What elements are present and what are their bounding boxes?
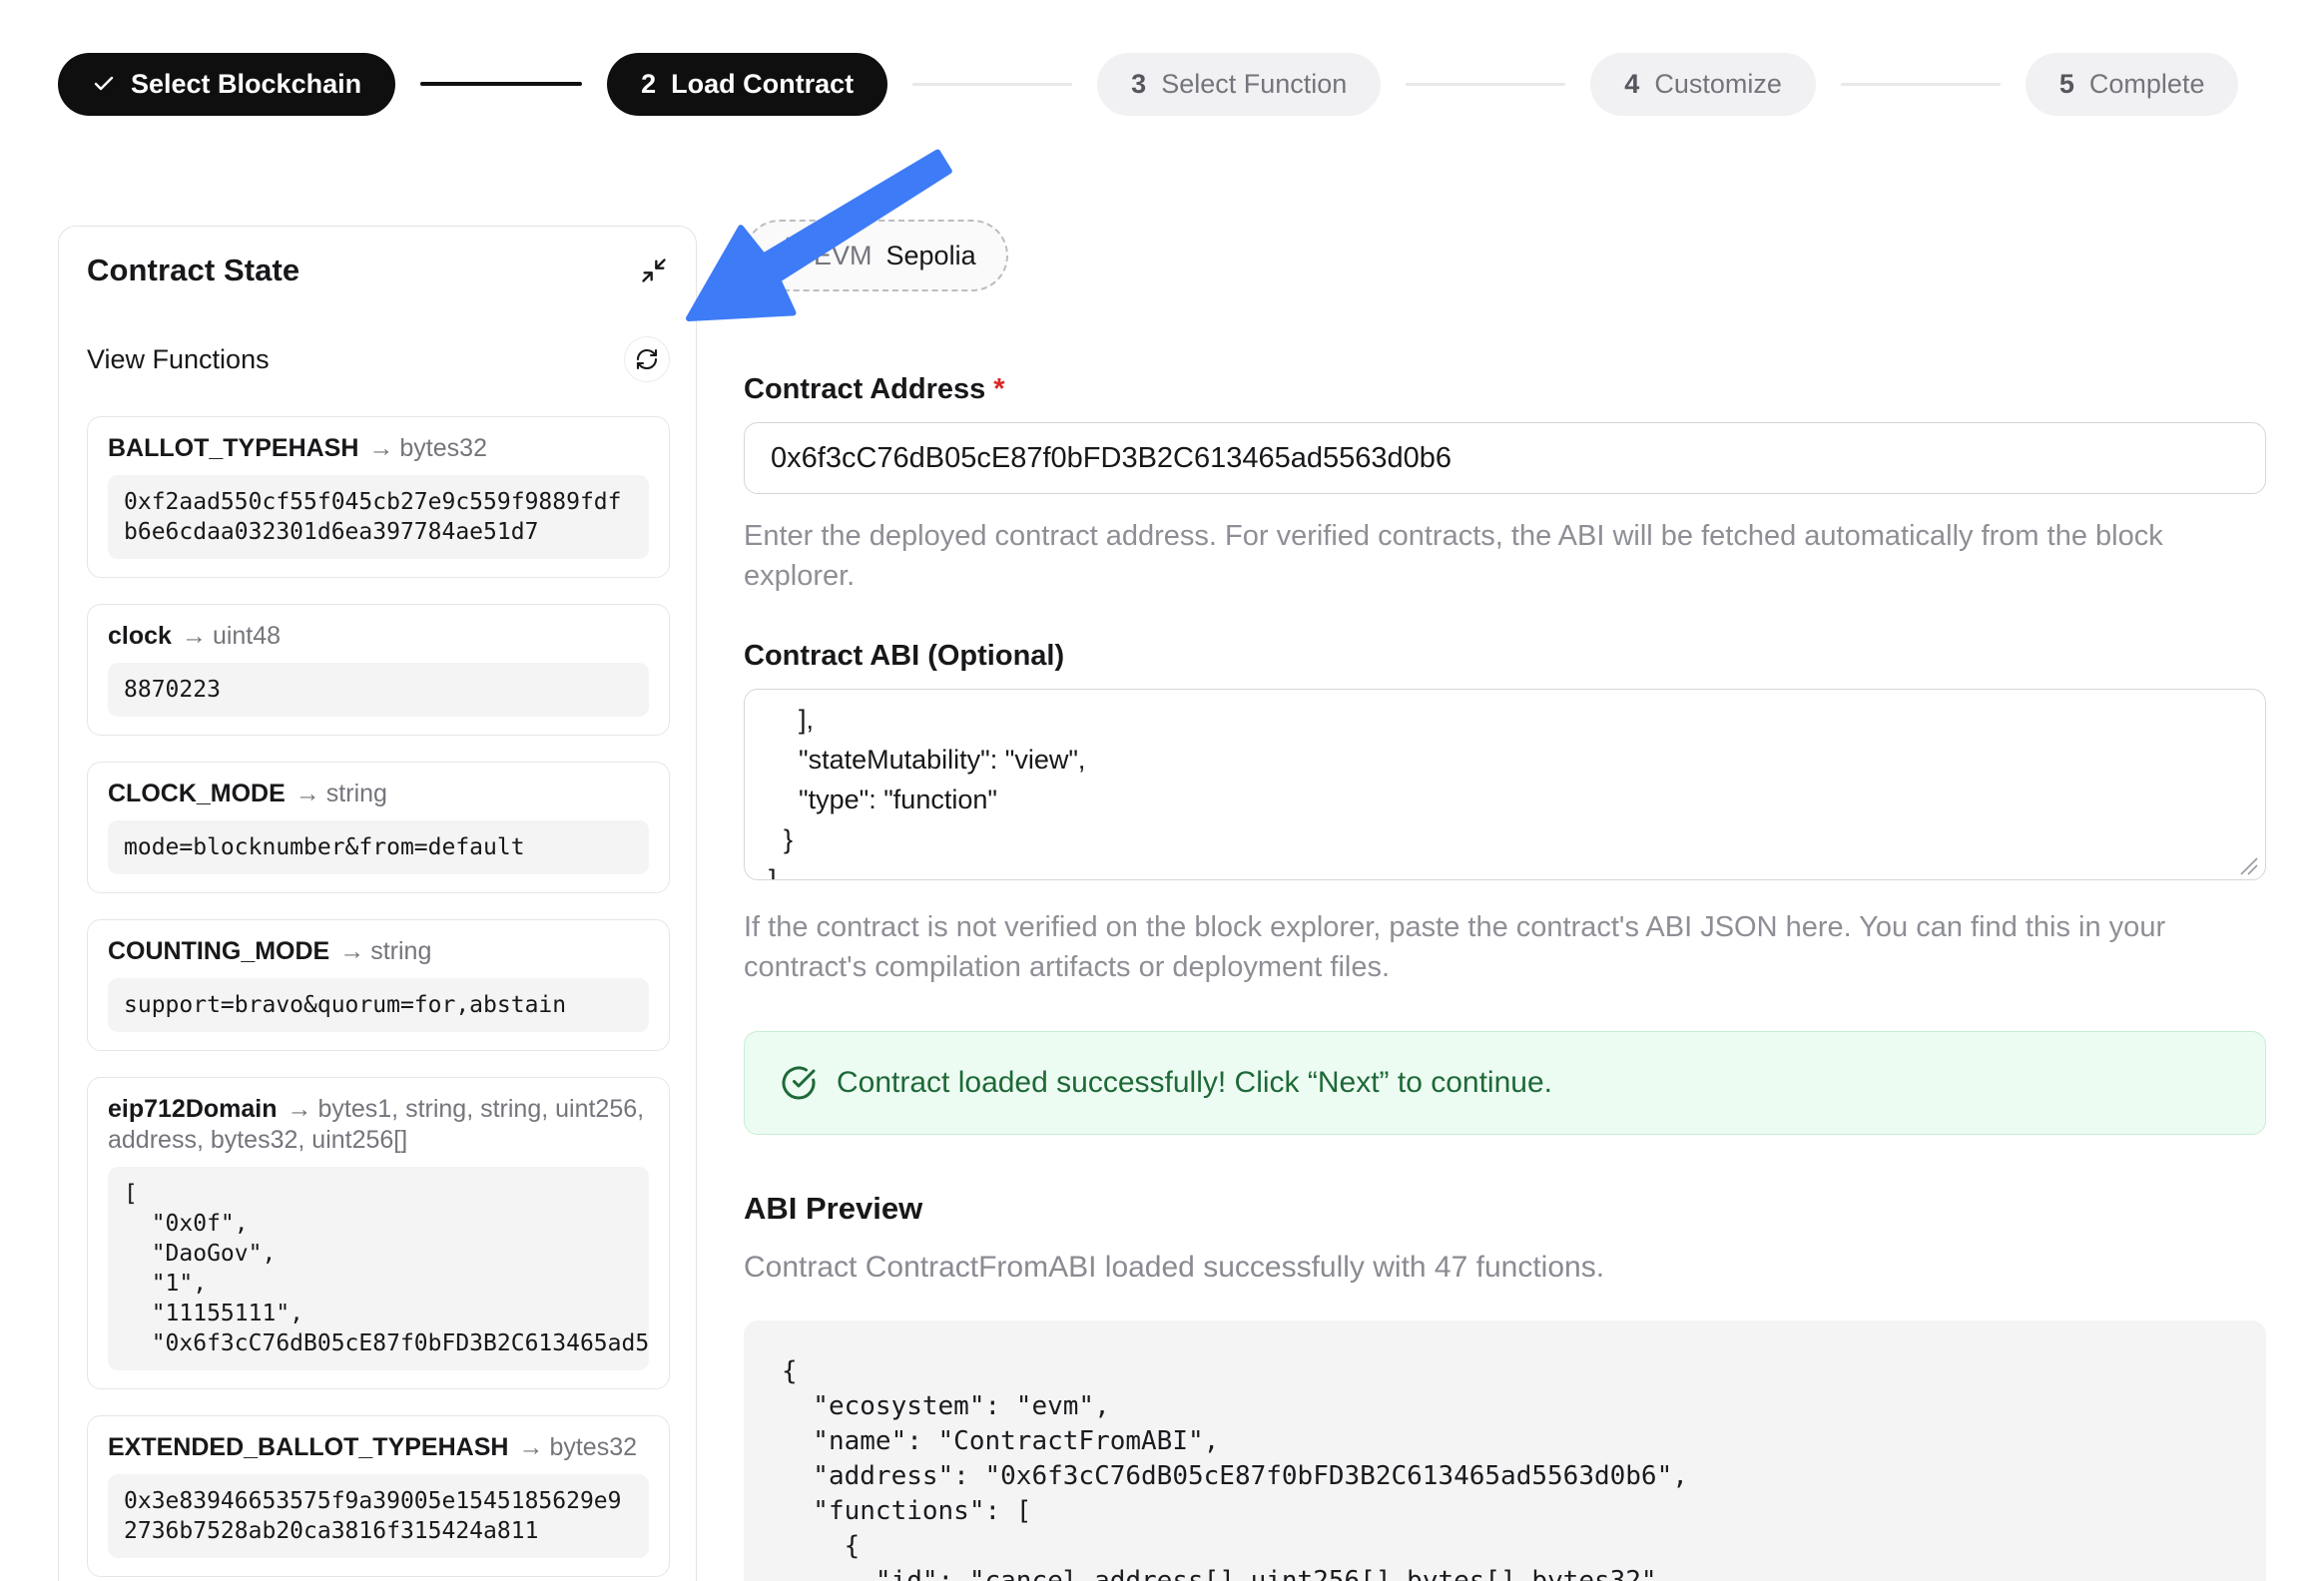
function-name: clock bbox=[108, 622, 172, 650]
step-connector bbox=[912, 83, 1072, 86]
contract-address-help: Enter the deployed contract address. For… bbox=[744, 516, 2241, 596]
step-customize[interactable]: 4 Customize bbox=[1590, 53, 1816, 116]
step-number: 4 bbox=[1624, 69, 1639, 100]
check-circle-icon bbox=[781, 1065, 817, 1101]
required-marker: * bbox=[993, 373, 1004, 405]
returns-arrow: → bbox=[368, 434, 393, 462]
returns-arrow: → bbox=[339, 937, 364, 965]
refresh-button[interactable] bbox=[624, 336, 670, 382]
abi-preview-subtitle: Contract ContractFromABI loaded successf… bbox=[744, 1251, 2266, 1285]
network-badge[interactable]: EVM Sepolia bbox=[744, 220, 1008, 291]
ecosystem-label: EVM bbox=[814, 241, 872, 271]
function-card-counting-mode: COUNTING_MODE →string support=bravo&quoru… bbox=[87, 919, 670, 1051]
minimize-icon bbox=[640, 257, 668, 284]
function-name: eip712Domain bbox=[108, 1095, 278, 1123]
function-name: CLOCK_MODE bbox=[108, 780, 286, 807]
function-return-type: string bbox=[370, 937, 431, 965]
returns-arrow: → bbox=[518, 1433, 543, 1461]
function-value: 0xf2aad550cf55f045cb27e9c559f9889fdfb6e6… bbox=[108, 475, 649, 559]
function-card-clock-mode: CLOCK_MODE →string mode=blocknumber&from=… bbox=[87, 762, 670, 893]
step-label: Select Function bbox=[1161, 69, 1347, 100]
function-results-list: BALLOT_TYPEHASH→bytes32 0xf2aad550cf55f0… bbox=[87, 416, 670, 1581]
network-name: Sepolia bbox=[886, 241, 976, 271]
function-value: support=bravo&quorum=for,abstain bbox=[108, 978, 649, 1032]
function-name: BALLOT_TYPEHASH bbox=[108, 434, 358, 462]
contract-abi-help: If the contract is not verified on the b… bbox=[744, 907, 2241, 987]
step-connector bbox=[420, 82, 582, 86]
success-message: Contract loaded successfully! Click “Nex… bbox=[837, 1066, 1552, 1100]
function-name: EXTENDED_BALLOT_TYPEHASH bbox=[108, 1433, 508, 1461]
function-card-extended-ballot-typehash: EXTENDED_BALLOT_TYPEHASH →bytes32 0x3e839… bbox=[87, 1415, 670, 1577]
contract-address-label: Contract Address* bbox=[744, 373, 2266, 406]
step-label: Select Blockchain bbox=[131, 69, 361, 100]
wizard-stepper: Select Blockchain 2 Load Contract 3 Sele… bbox=[58, 52, 2266, 116]
function-return-type: uint48 bbox=[213, 622, 281, 650]
step-connector bbox=[1841, 83, 2001, 86]
function-value: 8870223 bbox=[108, 663, 649, 717]
returns-arrow: → bbox=[182, 622, 207, 650]
refresh-icon bbox=[635, 347, 659, 371]
step-label: Load Contract bbox=[671, 69, 854, 100]
step-select-blockchain[interactable]: Select Blockchain bbox=[58, 53, 395, 116]
returns-arrow: → bbox=[295, 780, 320, 807]
abi-preview-title: ABI Preview bbox=[744, 1191, 2266, 1227]
function-value: [ "0x0f", "DaoGov", "1", "11155111", "0x… bbox=[108, 1167, 649, 1370]
function-card-clock: clock →uint48 8870223 bbox=[87, 604, 670, 736]
load-contract-form: EVM Sepolia Contract Address* Enter the … bbox=[744, 220, 2266, 1581]
function-return-type: bytes32 bbox=[549, 1433, 637, 1461]
function-name: COUNTING_MODE bbox=[108, 937, 329, 965]
function-card-eip712domain: eip712Domain→bytes1, string, string, uin… bbox=[87, 1077, 670, 1389]
success-banner: Contract loaded successfully! Click “Nex… bbox=[744, 1031, 2266, 1135]
collapse-panel-button[interactable] bbox=[638, 255, 670, 286]
step-load-contract[interactable]: 2 Load Contract bbox=[607, 53, 887, 116]
contract-state-panel: Contract State View Functions bbox=[58, 226, 697, 1581]
contract-abi-label: Contract ABI (Optional) bbox=[744, 640, 2266, 673]
step-label: Complete bbox=[2089, 69, 2205, 100]
step-complete[interactable]: 5 Complete bbox=[2026, 53, 2239, 116]
returns-arrow: → bbox=[288, 1095, 312, 1123]
function-return-type: bytes32 bbox=[399, 434, 487, 462]
contract-abi-textarea[interactable]: ], "stateMutability": "view", "type": "f… bbox=[744, 689, 2266, 880]
step-connector bbox=[1406, 83, 1565, 86]
resize-grip-icon[interactable] bbox=[2237, 854, 2259, 876]
load-contract-page: Select Blockchain 2 Load Contract 3 Sele… bbox=[0, 52, 2324, 1581]
step-number: 5 bbox=[2059, 69, 2074, 100]
step-select-function[interactable]: 3 Select Function bbox=[1097, 53, 1381, 116]
step-number: 3 bbox=[1131, 69, 1146, 100]
contract-address-input[interactable] bbox=[744, 422, 2266, 494]
function-value: 0x3e83946653575f9a39005e1545185629e92736… bbox=[108, 1474, 649, 1558]
function-card-ballot-typehash: BALLOT_TYPEHASH →bytes32 0xf2aad550cf55f0… bbox=[87, 416, 670, 578]
abi-preview-code: { "ecosystem": "evm", "name": "ContractF… bbox=[744, 1320, 2266, 1581]
view-functions-heading: View Functions bbox=[87, 344, 270, 375]
step-number: 2 bbox=[641, 69, 656, 100]
function-return-type: string bbox=[326, 780, 387, 807]
step-label: Customize bbox=[1654, 69, 1782, 100]
function-value: mode=blocknumber&from=default bbox=[108, 820, 649, 874]
panel-title: Contract State bbox=[87, 253, 299, 288]
ethereum-icon bbox=[776, 237, 800, 274]
check-icon bbox=[92, 72, 116, 96]
